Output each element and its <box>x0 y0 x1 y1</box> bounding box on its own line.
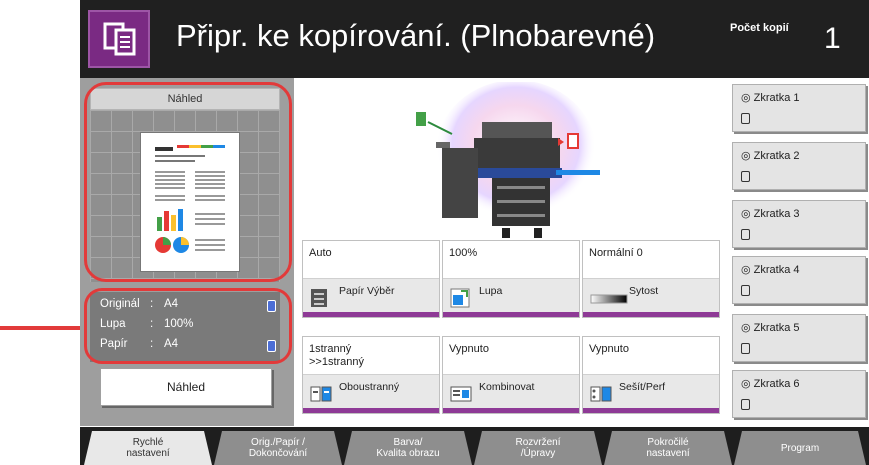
preview-area <box>90 110 280 282</box>
info-zoom: Lupa:100% <box>100 318 194 330</box>
original-orientation-icon <box>267 300 276 312</box>
duplex-value: 1stranný >>1stranný <box>309 343 365 368</box>
density-button[interactable]: Normální 0 Sytost <box>582 240 720 318</box>
tab-original-paper-finishing[interactable]: Orig./Papír / Dokončování <box>214 431 342 465</box>
zoom-button[interactable]: 100% Lupa <box>442 240 580 318</box>
info-original: Originál: A4 <box>100 298 179 310</box>
zoom-label: Lupa <box>479 285 503 297</box>
combine-button[interactable]: Vypnuto Kombinovat <box>442 336 580 414</box>
preview-title: Náhled <box>90 88 280 110</box>
shortcut-2-button[interactable]: ◎ Zkratka 2 <box>732 142 866 190</box>
shortcut-1-label: ◎ Zkratka 1 <box>741 92 800 104</box>
shortcut-6-label: ◎ Zkratka 6 <box>741 378 800 390</box>
zoom-value: 100% <box>449 247 478 259</box>
combine-value: Vypnuto <box>449 343 489 355</box>
staple-punch-label: Sešít/Perf <box>619 381 666 393</box>
staple-punch-icon <box>589 383 615 403</box>
combine-icon <box>449 383 475 403</box>
copy-function-icon <box>88 10 150 68</box>
shortcut-5-icon <box>741 343 750 354</box>
shortcut-3-button[interactable]: ◎ Zkratka 3 <box>732 200 866 248</box>
paper-select-label: Papír Výběr <box>339 285 395 297</box>
density-value: Normální 0 <box>589 247 643 259</box>
paper-select-button[interactable]: Auto Papír Výběr <box>302 240 440 318</box>
duplex-icon <box>309 383 335 403</box>
shortcut-1-icon <box>741 113 750 124</box>
info-paper: Papír: A4 <box>100 338 179 350</box>
duplex-button[interactable]: 1stranný >>1stranný Oboustranný <box>302 336 440 414</box>
machine-illustration <box>302 80 722 240</box>
combine-label: Kombinovat <box>479 381 535 393</box>
shortcut-4-icon <box>741 285 750 296</box>
tab-advanced-setup[interactable]: Pokročilé nastavení <box>604 431 732 465</box>
paper-tray-icon <box>309 287 335 307</box>
copies-count[interactable]: 1 <box>824 22 841 56</box>
bottom-tab-bar: Rychlé nastavení Orig./Papír / Dokončování… <box>80 427 869 465</box>
shortcut-6-button[interactable]: ◎ Zkratka 6 <box>732 370 866 418</box>
paper-select-value: Auto <box>309 247 332 259</box>
copies-label: Počet kopií <box>730 22 789 34</box>
staple-punch-value: Vypnuto <box>589 343 629 355</box>
shortcut-3-icon <box>741 229 750 240</box>
copy-screen: Připr. ke kopírování. (Plnobarevné) Poče… <box>80 0 869 465</box>
paper-orientation-icon <box>267 340 276 352</box>
preview-page-thumbnail <box>140 132 240 272</box>
shortcut-3-label: ◎ Zkratka 3 <box>741 208 800 220</box>
shortcut-2-label: ◎ Zkratka 2 <box>741 150 800 162</box>
shortcut-6-icon <box>741 399 750 410</box>
shortcut-2-icon <box>741 171 750 182</box>
shortcut-1-button[interactable]: ◎ Zkratka 1 <box>732 84 866 132</box>
tab-quick-setup[interactable]: Rychlé nastavení <box>84 431 212 465</box>
staple-punch-button[interactable]: Vypnuto Sešít/Perf <box>582 336 720 414</box>
shortcut-4-label: ◎ Zkratka 4 <box>741 264 800 276</box>
tab-layout-edit[interactable]: Rozvržení/Úpravy <box>474 431 602 465</box>
document-info: Originál: A4 Lupa:100% Papír: A4 <box>90 292 280 362</box>
shortcut-5-label: ◎ Zkratka 5 <box>741 322 800 334</box>
shortcut-4-button[interactable]: ◎ Zkratka 4 <box>732 256 866 304</box>
page-title: Připr. ke kopírování. (Plnobarevné) <box>176 18 656 53</box>
density-label: Sytost <box>629 285 659 297</box>
header-bar: Připr. ke kopírování. (Plnobarevné) Poče… <box>80 0 869 78</box>
density-icon <box>589 287 629 307</box>
preview-panel: Náhled Originál: A4 Lupa: 100% Papír:… <box>80 78 294 426</box>
tab-color-image-quality[interactable]: Barva/Kvalita obrazu <box>344 431 472 465</box>
tab-program[interactable]: Program <box>734 431 866 465</box>
preview-button[interactable]: Náhled <box>100 368 272 406</box>
zoom-icon <box>449 287 475 308</box>
shortcut-5-button[interactable]: ◎ Zkratka 5 <box>732 314 866 362</box>
duplex-label: Oboustranný <box>339 381 400 393</box>
